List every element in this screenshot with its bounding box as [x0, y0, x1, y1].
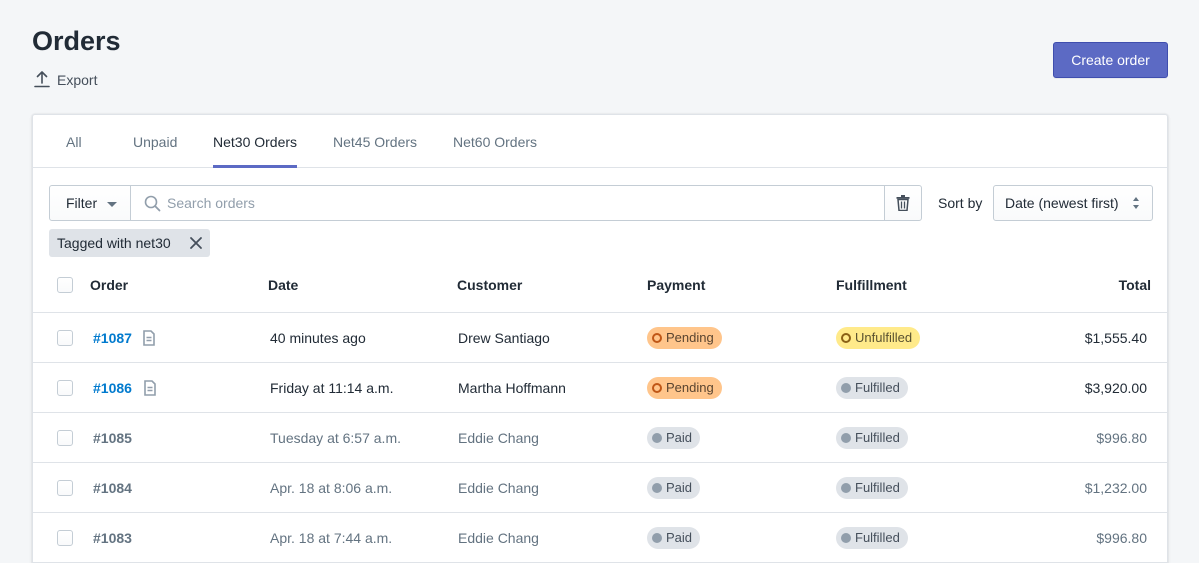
fulfillment-status: Fulfilled	[855, 380, 900, 395]
fulfillment-status: Unfulfilled	[855, 330, 913, 345]
order-date: Friday at 11:14 a.m.	[270, 380, 394, 396]
column-order[interactable]: Order	[90, 263, 128, 307]
tab-unpaid[interactable]: Unpaid	[133, 115, 177, 168]
order-customer: Eddie Chang	[458, 530, 539, 546]
status-dot-icon	[841, 383, 851, 393]
select-all-checkbox[interactable]	[57, 277, 73, 293]
order-number-link[interactable]: #1086	[93, 363, 132, 413]
fulfillment-badge: Fulfilled	[836, 427, 908, 449]
status-dot-icon	[652, 533, 662, 543]
table-row[interactable]: #1085 Tuesday at 6:57 a.m. Eddie Chang P…	[33, 413, 1167, 463]
tab-bar: All Unpaid Net30 Orders Net45 Orders Net…	[33, 115, 1167, 168]
order-date: Tuesday at 6:57 a.m.	[270, 430, 401, 446]
upload-icon	[34, 71, 50, 88]
order-customer: Eddie Chang	[458, 430, 539, 446]
row-checkbox[interactable]	[57, 330, 73, 346]
export-button[interactable]: Export	[34, 71, 97, 88]
select-arrows-icon	[1133, 197, 1139, 209]
fulfillment-badge: Fulfilled	[836, 527, 908, 549]
column-customer[interactable]: Customer	[457, 263, 522, 307]
table-header: Order Date Customer Payment Fulfillment …	[33, 263, 1167, 313]
search-icon	[144, 195, 161, 212]
payment-badge: Paid	[647, 527, 701, 549]
fulfillment-badge: Fulfilled	[836, 377, 908, 399]
status-dot-icon	[652, 483, 662, 493]
tab-all[interactable]: All	[66, 115, 82, 168]
sort-select[interactable]: Date (newest first)	[993, 185, 1153, 221]
order-date: Apr. 18 at 8:06 a.m.	[270, 480, 393, 496]
status-dot-icon	[841, 483, 851, 493]
status-dot-icon	[841, 533, 851, 543]
order-total: $996.80	[1096, 530, 1147, 546]
fulfillment-badge: Unfulfilled	[836, 327, 921, 349]
filter-label: Filter	[66, 195, 98, 211]
fulfillment-status: Fulfilled	[855, 530, 900, 545]
payment-status: Paid	[666, 480, 693, 495]
order-total: $1,555.40	[1084, 330, 1147, 346]
order-customer: Drew Santiago	[458, 330, 550, 346]
row-checkbox[interactable]	[57, 430, 73, 446]
status-dot-icon	[841, 433, 851, 443]
order-total: $1,232.00	[1084, 480, 1147, 496]
order-number-link[interactable]: #1087	[93, 313, 132, 363]
row-checkbox[interactable]	[57, 480, 73, 496]
status-dot-icon	[841, 333, 851, 343]
order-number-link[interactable]: #1083	[93, 513, 132, 563]
column-total[interactable]: Total	[1119, 263, 1151, 307]
payment-badge: Paid	[647, 477, 701, 499]
tab-net30-orders[interactable]: Net30 Orders	[213, 115, 298, 168]
export-label: Export	[57, 71, 98, 88]
note-icon	[143, 330, 155, 346]
clear-search-button[interactable]	[884, 185, 922, 221]
search-box[interactable]	[130, 185, 885, 221]
filter-tag: Tagged with net30	[49, 229, 210, 257]
status-dot-icon	[652, 383, 662, 393]
note-icon	[144, 380, 156, 396]
order-number-link[interactable]: #1085	[93, 413, 132, 463]
trash-icon	[896, 195, 910, 211]
sort-label: Sort by	[938, 195, 983, 211]
table-row[interactable]: #1087 40 minutes ago Drew Santiago Pendi…	[33, 313, 1167, 363]
order-number-link[interactable]: #1084	[93, 463, 132, 513]
payment-badge: Paid	[647, 427, 701, 449]
filter-button[interactable]: Filter	[49, 185, 131, 221]
tab-net60-orders[interactable]: Net60 Orders	[453, 115, 537, 168]
table-row[interactable]: #1084 Apr. 18 at 8:06 a.m. Eddie Chang P…	[33, 463, 1167, 513]
order-date: 40 minutes ago	[270, 330, 366, 346]
row-checkbox[interactable]	[57, 530, 73, 546]
order-total: $996.80	[1096, 430, 1147, 446]
caret-down-icon	[107, 202, 117, 207]
payment-status: Pending	[666, 380, 714, 395]
row-checkbox[interactable]	[57, 380, 73, 396]
status-dot-icon	[652, 333, 662, 343]
column-payment[interactable]: Payment	[647, 263, 705, 307]
order-customer: Martha Hoffmann	[458, 380, 566, 396]
payment-status: Paid	[666, 530, 693, 545]
table-row[interactable]: #1083 Apr. 18 at 7:44 a.m. Eddie Chang P…	[33, 513, 1167, 563]
order-date: Apr. 18 at 7:44 a.m.	[270, 530, 393, 546]
search-input[interactable]	[131, 186, 884, 220]
payment-badge: Pending	[647, 327, 722, 349]
fulfillment-status: Fulfilled	[855, 430, 900, 445]
tab-net45-orders[interactable]: Net45 Orders	[333, 115, 417, 168]
order-customer: Eddie Chang	[458, 480, 539, 496]
fulfillment-status: Fulfilled	[855, 480, 900, 495]
order-total: $3,920.00	[1084, 380, 1147, 396]
sort-value: Date (newest first)	[1005, 195, 1119, 211]
page-title: Orders	[32, 26, 121, 56]
payment-badge: Pending	[647, 377, 722, 399]
payment-status: Pending	[666, 330, 714, 345]
close-icon[interactable]	[189, 236, 203, 250]
table-row[interactable]: #1086 Friday at 11:14 a.m. Martha Hoffma…	[33, 363, 1167, 413]
filter-tag-label: Tagged with net30	[57, 235, 171, 251]
column-date[interactable]: Date	[268, 263, 298, 307]
payment-status: Paid	[666, 430, 693, 445]
create-order-button[interactable]: Create order	[1053, 42, 1168, 78]
orders-card: All Unpaid Net30 Orders Net45 Orders Net…	[32, 114, 1168, 563]
status-dot-icon	[652, 433, 662, 443]
fulfillment-badge: Fulfilled	[836, 477, 908, 499]
column-fulfillment[interactable]: Fulfillment	[836, 263, 907, 307]
